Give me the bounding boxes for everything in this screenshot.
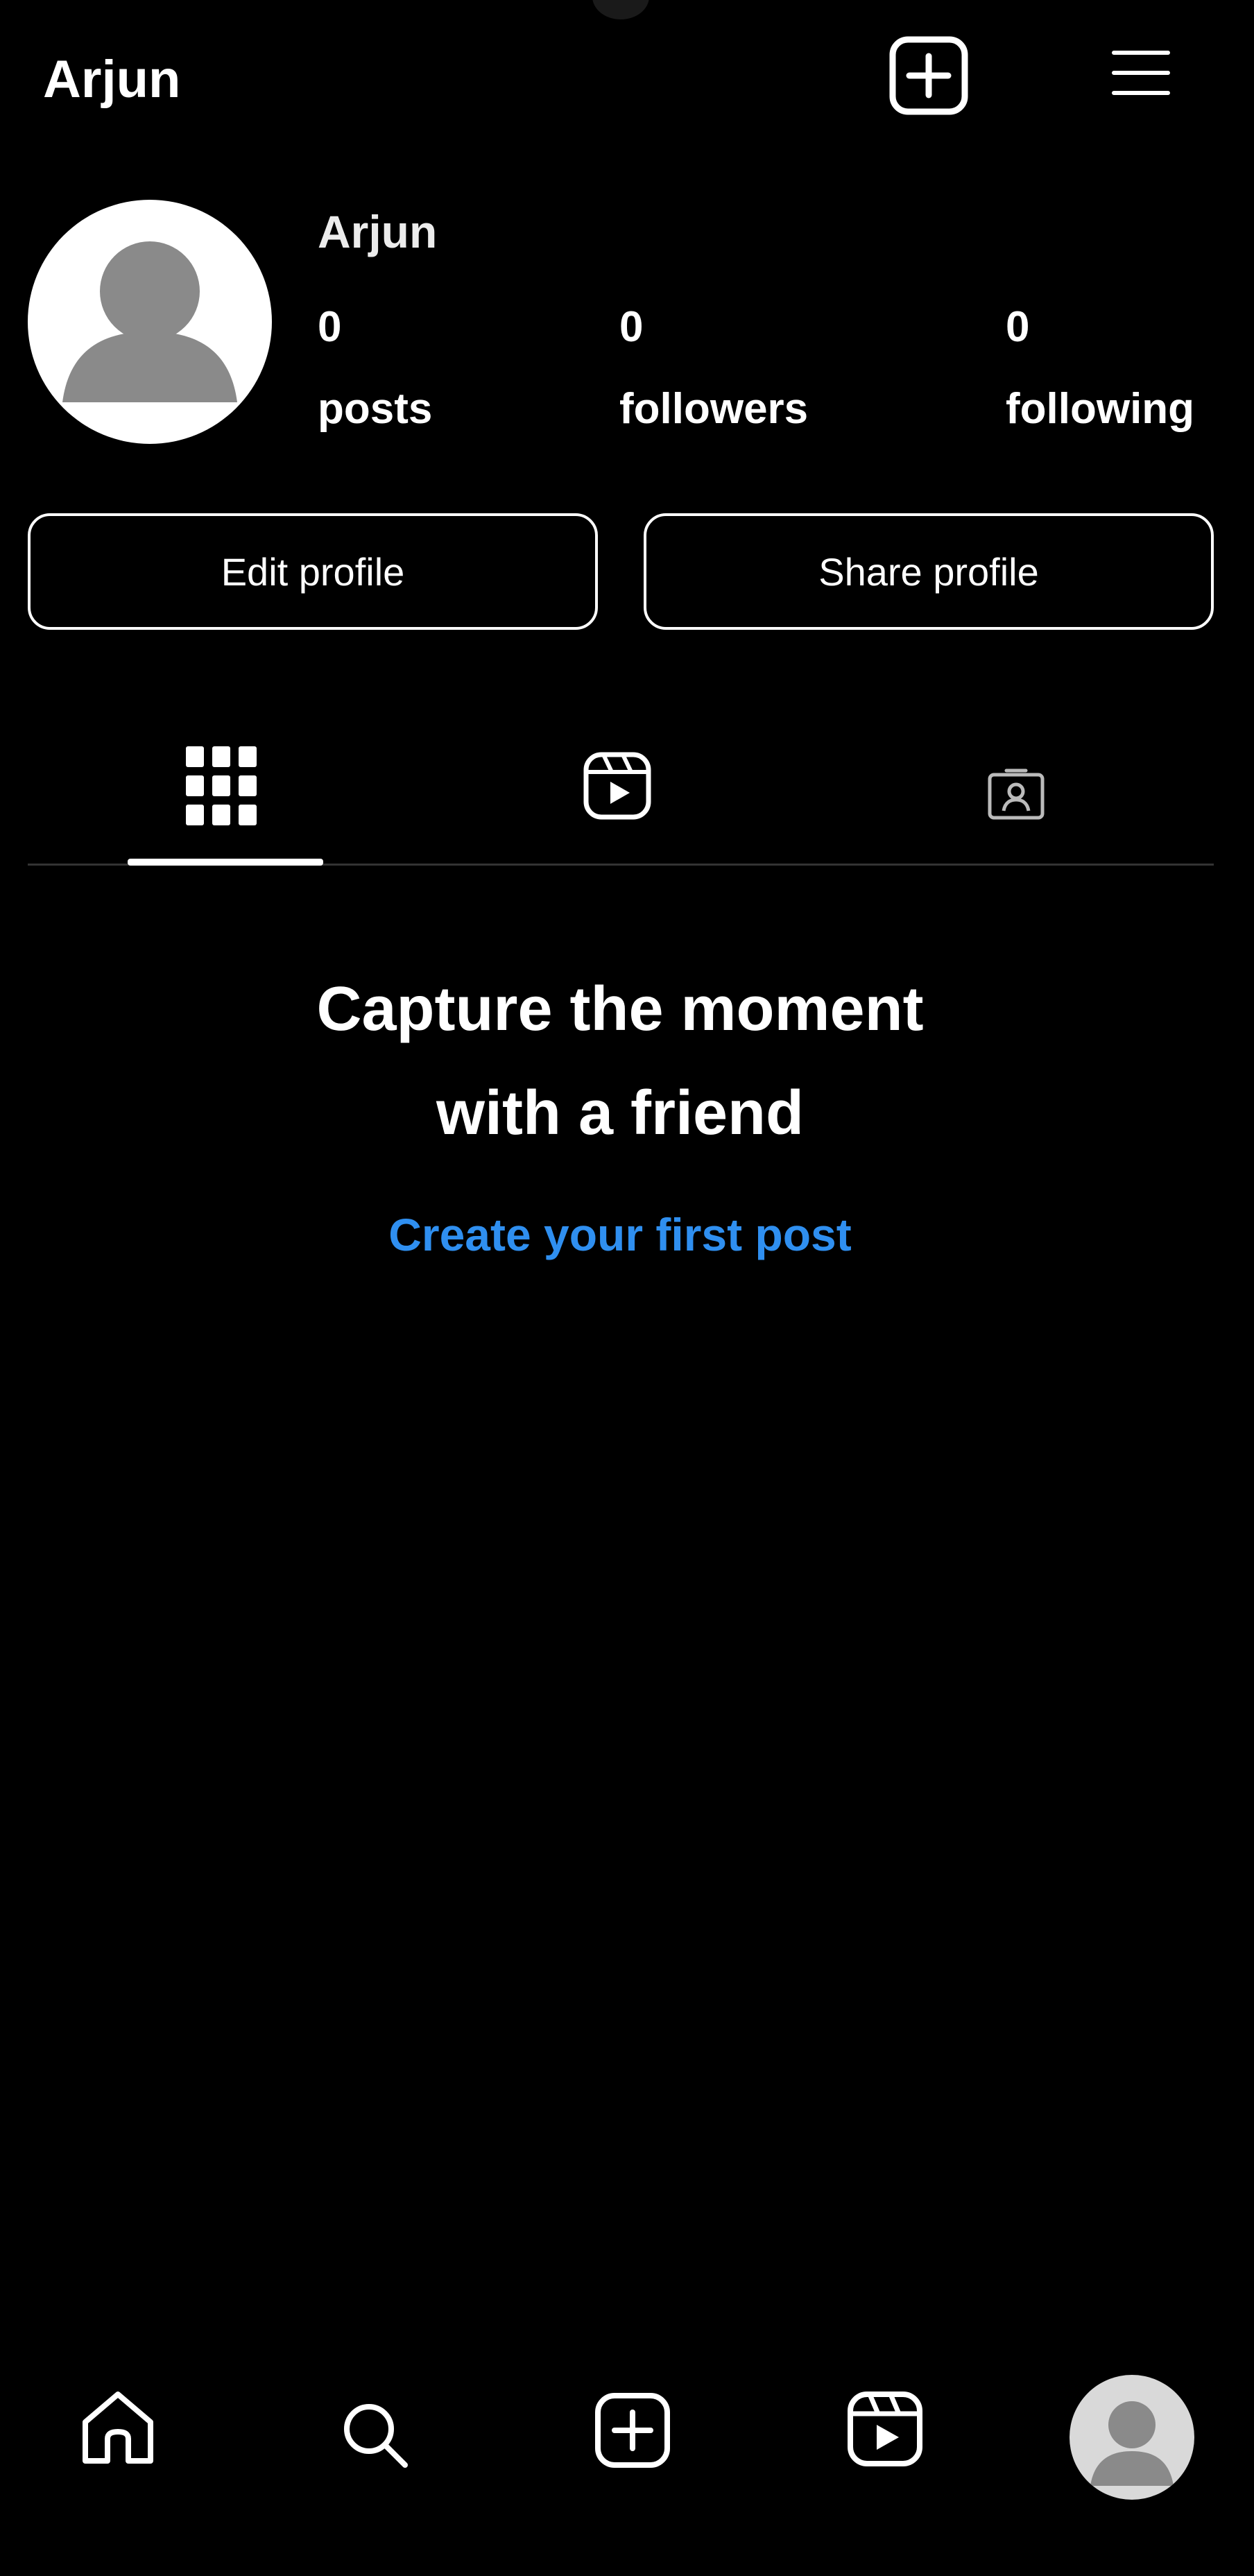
stat-posts-count: 0: [318, 303, 342, 351]
empty-state-title-line1: Capture the moment: [316, 974, 924, 1044]
stat-posts[interactable]: 0 posts: [318, 298, 432, 438]
create-first-post-link[interactable]: Create your first post: [0, 1205, 1240, 1264]
stat-following-count: 0: [1006, 303, 1030, 351]
search-icon: [344, 2404, 408, 2468]
profile-avatar[interactable]: [28, 200, 272, 444]
create-first-post-label[interactable]: Create your first post: [388, 1209, 851, 1260]
stat-posts-label: posts: [318, 385, 433, 433]
reels-icon: [848, 2392, 922, 2466]
active-tab-indicator: [128, 859, 323, 866]
hamburger-menu-icon[interactable]: [1104, 36, 1178, 110]
tab-tagged[interactable]: [957, 749, 1075, 839]
header-username[interactable]: Arjun: [43, 49, 180, 111]
nav-home[interactable]: [69, 2379, 166, 2476]
front-camera: [592, 0, 649, 19]
empty-state-title-line2: with a friend: [436, 1079, 805, 1148]
stat-followers[interactable]: 0 followers: [619, 298, 808, 438]
stat-following-label: following: [1006, 385, 1195, 433]
share-profile-button[interactable]: Share profile: [644, 513, 1214, 630]
profile-name: Arjun: [318, 206, 438, 257]
nav-create[interactable]: [584, 2382, 681, 2479]
tagged-icon: [988, 768, 1045, 820]
profile-avatar-icon: [1090, 2401, 1174, 2486]
stat-followers-label: followers: [619, 385, 809, 433]
reels-icon: [583, 752, 651, 820]
plus-square-icon[interactable]: [882, 29, 975, 122]
edit-profile-button[interactable]: Edit profile: [28, 513, 598, 630]
tab-reels[interactable]: [555, 734, 680, 838]
nav-search[interactable]: [326, 2386, 423, 2483]
default-avatar-icon: [62, 241, 237, 402]
grid-icon: [186, 746, 257, 825]
tab-grid[interactable]: [155, 734, 287, 838]
stat-following[interactable]: 0 following: [1006, 298, 1194, 438]
home-icon: [83, 2392, 153, 2464]
nav-profile[interactable]: [1070, 2375, 1194, 2500]
create-icon: [595, 2393, 670, 2468]
empty-state-title: Capture the moment with a friend: [0, 957, 1240, 1165]
stat-followers-count: 0: [619, 303, 644, 351]
nav-reels[interactable]: [836, 2380, 934, 2478]
